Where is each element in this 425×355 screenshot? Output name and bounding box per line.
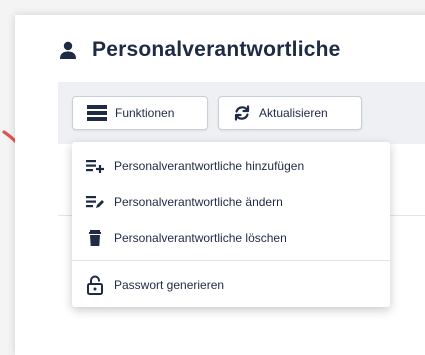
- list-edit-icon: [86, 196, 104, 208]
- menu-item-delete[interactable]: Personalverantwortliche löschen: [72, 220, 390, 256]
- trash-icon: [89, 230, 101, 246]
- menu-item-add[interactable]: Personalverantwortliche hinzufügen: [72, 148, 390, 184]
- functions-button-label: Funktionen: [115, 106, 175, 120]
- list-add-icon: [86, 160, 104, 173]
- user-icon: [60, 41, 76, 59]
- refresh-icon: [234, 105, 250, 121]
- menu-item-edit[interactable]: Personalverantwortliche ändern: [72, 184, 390, 220]
- functions-dropdown-menu: Personalverantwortliche hinzufügen Perso…: [72, 142, 390, 307]
- page-title: Personalverantwortliche: [92, 38, 341, 61]
- functions-button[interactable]: Funktionen: [72, 96, 208, 130]
- menu-list-icon: [87, 105, 107, 121]
- menu-item-generate-password-label: Passwort generieren: [114, 278, 225, 292]
- page-header: Personalverantwortliche: [58, 38, 341, 62]
- menu-separator: [72, 260, 390, 261]
- menu-item-add-label: Personalverantwortliche hinzufügen: [114, 159, 305, 173]
- menu-item-edit-label: Personalverantwortliche ändern: [114, 195, 283, 209]
- lock-open-icon: [87, 275, 103, 295]
- refresh-button-label: Aktualisieren: [259, 106, 328, 120]
- refresh-button[interactable]: Aktualisieren: [218, 96, 362, 130]
- menu-item-generate-password[interactable]: Passwort generieren: [72, 267, 390, 303]
- menu-item-delete-label: Personalverantwortliche löschen: [114, 231, 287, 245]
